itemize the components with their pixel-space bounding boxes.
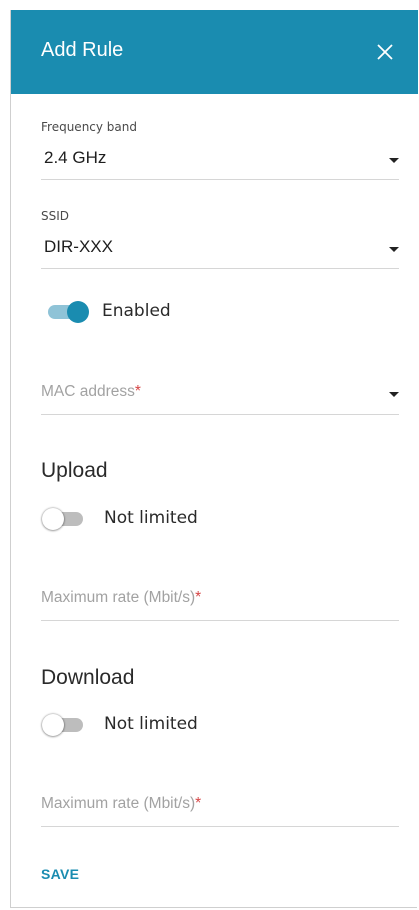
toggle-knob	[42, 714, 64, 736]
mac-address-placeholder: MAC address*	[41, 383, 141, 400]
close-button[interactable]	[371, 38, 399, 66]
caret-down-icon	[389, 247, 399, 252]
close-icon	[377, 44, 393, 60]
required-mark: *	[134, 383, 141, 400]
download-section-title: Download	[41, 666, 135, 689]
download-max-rate-placeholder: Maximum rate (Mbit/s)*	[41, 795, 202, 812]
caret-down-icon	[389, 158, 399, 163]
download-max-rate-input[interactable]: Maximum rate (Mbit/s)*	[41, 790, 399, 827]
mac-address-select[interactable]: MAC address*	[41, 378, 399, 415]
download-limit-toggle[interactable]	[42, 713, 88, 737]
upload-limit-toggle[interactable]	[42, 507, 88, 531]
enabled-toggle[interactable]	[45, 300, 91, 324]
required-mark: *	[195, 795, 202, 812]
toggle-knob	[42, 508, 64, 530]
dialog-header: Add Rule	[11, 10, 418, 94]
frequency-band-select[interactable]: Frequency band 2.4 GHz	[41, 118, 399, 180]
frequency-band-value: 2.4 GHz	[44, 148, 107, 167]
save-button[interactable]: SAVE	[41, 866, 79, 882]
add-rule-dialog: Add Rule Frequency band 2.4 GHz SSID DIR…	[10, 10, 418, 908]
upload-max-rate-input[interactable]: Maximum rate (Mbit/s)*	[41, 584, 399, 621]
ssid-select[interactable]: SSID DIR-XXX	[41, 207, 399, 269]
dialog-title: Add Rule	[41, 39, 124, 61]
enabled-label: Enabled	[102, 301, 171, 321]
caret-down-icon	[389, 392, 399, 397]
upload-max-rate-placeholder: Maximum rate (Mbit/s)*	[41, 589, 202, 606]
ssid-value: DIR-XXX	[44, 237, 113, 256]
upload-section-title: Upload	[41, 459, 108, 482]
toggle-knob	[67, 301, 89, 323]
frequency-band-label: Frequency band	[41, 120, 137, 134]
required-mark: *	[195, 589, 202, 606]
ssid-label: SSID	[41, 209, 70, 223]
upload-toggle-label: Not limited	[104, 508, 198, 528]
download-toggle-label: Not limited	[104, 714, 198, 734]
